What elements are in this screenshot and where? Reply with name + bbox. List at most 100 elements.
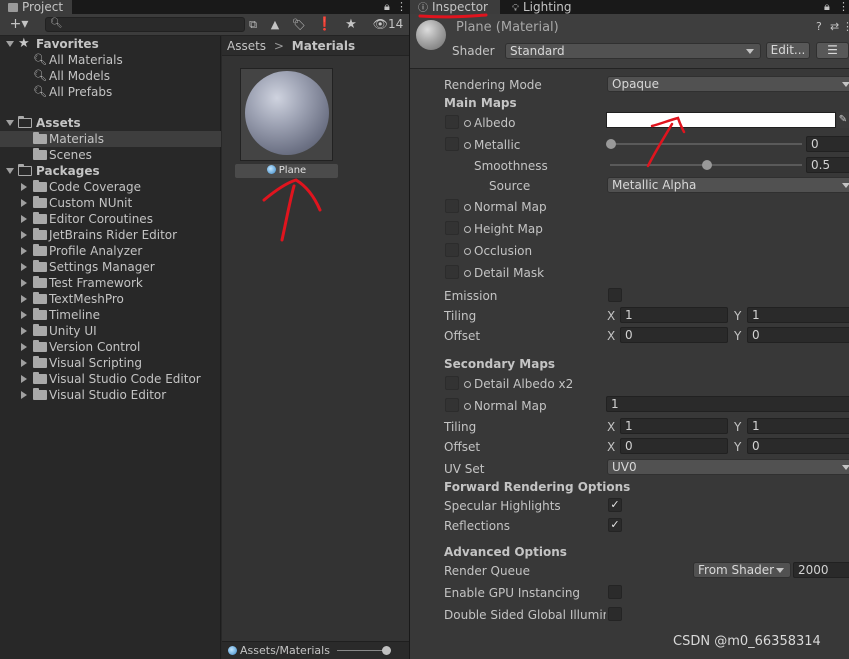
secondary-offset-y-field[interactable]: 0 (747, 438, 849, 454)
secondary-tiling-y-field[interactable]: 1 (747, 418, 849, 434)
edit-shader-button[interactable]: Edit... (766, 42, 810, 59)
metallic-texture-slot[interactable] (445, 137, 459, 151)
expand-arrow-icon[interactable] (21, 311, 27, 319)
metallic-value[interactable]: 0 (806, 136, 849, 152)
asset-thumbnail-plane[interactable] (240, 68, 333, 161)
tree-item-package[interactable]: Visual Studio Editor (0, 387, 221, 403)
tiling-x-field[interactable]: 1 (620, 307, 728, 323)
expand-arrow-icon[interactable] (6, 120, 14, 126)
panel-menu-icon[interactable]: ⋮ (396, 0, 407, 13)
tree-item-package[interactable]: Timeline (0, 307, 221, 323)
tree-item-package[interactable]: Visual Studio Code Editor (0, 371, 221, 387)
tree-item-package[interactable]: Code Coverage (0, 179, 221, 195)
tree-item-all-prefabs[interactable]: 🔍︎ All Prefabs (0, 84, 221, 100)
tree-item-package[interactable]: Version Control (0, 339, 221, 355)
expand-arrow-icon[interactable] (21, 375, 27, 383)
shader-menu-button[interactable]: ☰ (816, 42, 849, 59)
emission-checkbox[interactable] (608, 288, 622, 302)
texture-picker-icon[interactable] (464, 403, 471, 410)
expand-arrow-icon[interactable] (21, 327, 27, 335)
hidden-packages-toggle[interactable]: 👁︎14 (368, 16, 408, 33)
albedo-texture-slot[interactable] (445, 115, 459, 129)
tree-item-materials[interactable]: Materials (0, 131, 221, 147)
secondary-normal-scale-field[interactable]: 1 (606, 396, 849, 412)
tree-item-package[interactable]: Profile Analyzer (0, 243, 221, 259)
tree-item-package[interactable]: Visual Scripting (0, 355, 221, 371)
texture-picker-icon[interactable] (464, 120, 471, 127)
uv-set-dropdown[interactable]: UV0 (607, 459, 849, 475)
tree-item-all-materials[interactable]: 🔍︎ All Materials (0, 52, 221, 68)
expand-arrow-icon[interactable] (21, 279, 27, 287)
metallic-slider-knob[interactable] (606, 139, 616, 149)
expand-arrow-icon[interactable] (21, 247, 27, 255)
help-icon[interactable]: ? (816, 20, 822, 33)
breadcrumb-materials[interactable]: Materials (292, 39, 355, 53)
secondary-normal-map-slot[interactable] (445, 398, 459, 412)
tab-project[interactable]: Project (0, 0, 72, 14)
breadcrumb-assets[interactable]: Assets (227, 39, 266, 53)
expand-arrow-icon[interactable] (6, 168, 14, 174)
tree-item-package[interactable]: Custom NUnit (0, 195, 221, 211)
shader-dropdown[interactable]: Standard (505, 43, 761, 59)
tree-assets[interactable]: Assets (0, 115, 221, 131)
height-map-slot[interactable] (445, 221, 459, 235)
expand-arrow-icon[interactable] (21, 295, 27, 303)
detail-albedo-slot[interactable] (445, 376, 459, 390)
search-input[interactable]: 🔍︎ (45, 17, 245, 32)
occlusion-slot[interactable] (445, 243, 459, 257)
expand-arrow-icon[interactable] (21, 343, 27, 351)
smoothness-slider-knob[interactable] (702, 160, 712, 170)
warning-icon[interactable]: ❗ (316, 16, 334, 33)
render-queue-value[interactable]: 2000 (793, 562, 849, 578)
expand-arrow-icon[interactable] (21, 199, 27, 207)
asset-label-plane[interactable]: Plane (235, 164, 338, 178)
texture-picker-icon[interactable] (464, 226, 471, 233)
tree-item-scenes[interactable]: Scenes (0, 147, 221, 163)
albedo-color-field[interactable] (606, 112, 836, 128)
thumbnail-size-knob[interactable] (382, 646, 391, 655)
texture-picker-icon[interactable] (464, 142, 471, 149)
eyedropper-icon[interactable]: ✎ (837, 112, 849, 128)
expand-arrow-icon[interactable] (21, 215, 27, 223)
detail-mask-slot[interactable] (445, 265, 459, 279)
lock-icon[interactable]: 🔒︎ (384, 0, 390, 14)
double-sided-gi-checkbox[interactable] (608, 607, 622, 621)
tree-favorites[interactable]: ★ Favorites (0, 36, 221, 52)
more-icon[interactable]: ⋮ (842, 20, 849, 33)
label-icon[interactable]: 🏷︎ (290, 16, 308, 33)
expand-arrow-icon[interactable] (21, 359, 27, 367)
tree-item-all-models[interactable]: 🔍︎ All Models (0, 68, 221, 84)
offset-x-field[interactable]: 0 (620, 327, 728, 343)
search-by-type-icon[interactable]: ⧉ (246, 16, 260, 33)
secondary-offset-x-field[interactable]: 0 (620, 438, 728, 454)
normal-map-slot[interactable] (445, 199, 459, 213)
expand-arrow-icon[interactable] (21, 231, 27, 239)
specular-highlights-checkbox[interactable]: ✓ (608, 498, 622, 512)
tiling-y-field[interactable]: 1 (747, 307, 849, 323)
offset-y-field[interactable]: 0 (747, 327, 849, 343)
tree-packages[interactable]: Packages (0, 163, 221, 179)
panel-menu-icon[interactable]: ⋮ (838, 0, 849, 13)
render-queue-dropdown[interactable]: From Shader (693, 562, 791, 578)
tree-item-package[interactable]: TextMeshPro (0, 291, 221, 307)
smoothness-value[interactable]: 0.5 (806, 157, 849, 173)
texture-picker-icon[interactable] (464, 204, 471, 211)
source-dropdown[interactable]: Metallic Alpha (607, 177, 849, 193)
texture-picker-icon[interactable] (464, 270, 471, 277)
add-button[interactable]: +▾ (4, 16, 34, 33)
tab-lighting[interactable]: 💡︎ Lighting (504, 0, 584, 14)
tree-item-package[interactable]: Unity UI (0, 323, 221, 339)
thumbnail-size-slider[interactable] (337, 650, 387, 651)
tree-item-package[interactable]: Test Framework (0, 275, 221, 291)
secondary-tiling-x-field[interactable]: 1 (620, 418, 728, 434)
expand-arrow-icon[interactable] (21, 263, 27, 271)
favorite-star-icon[interactable]: ★ (342, 16, 360, 33)
metallic-slider-track[interactable] (610, 143, 802, 145)
rendering-mode-dropdown[interactable]: Opaque (607, 76, 849, 92)
tree-item-package[interactable]: JetBrains Rider Editor (0, 227, 221, 243)
reflections-checkbox[interactable]: ✓ (608, 518, 622, 532)
tree-item-package[interactable]: Settings Manager (0, 259, 221, 275)
expand-arrow-icon[interactable] (6, 41, 14, 47)
expand-arrow-icon[interactable] (21, 391, 27, 399)
texture-picker-icon[interactable] (464, 248, 471, 255)
